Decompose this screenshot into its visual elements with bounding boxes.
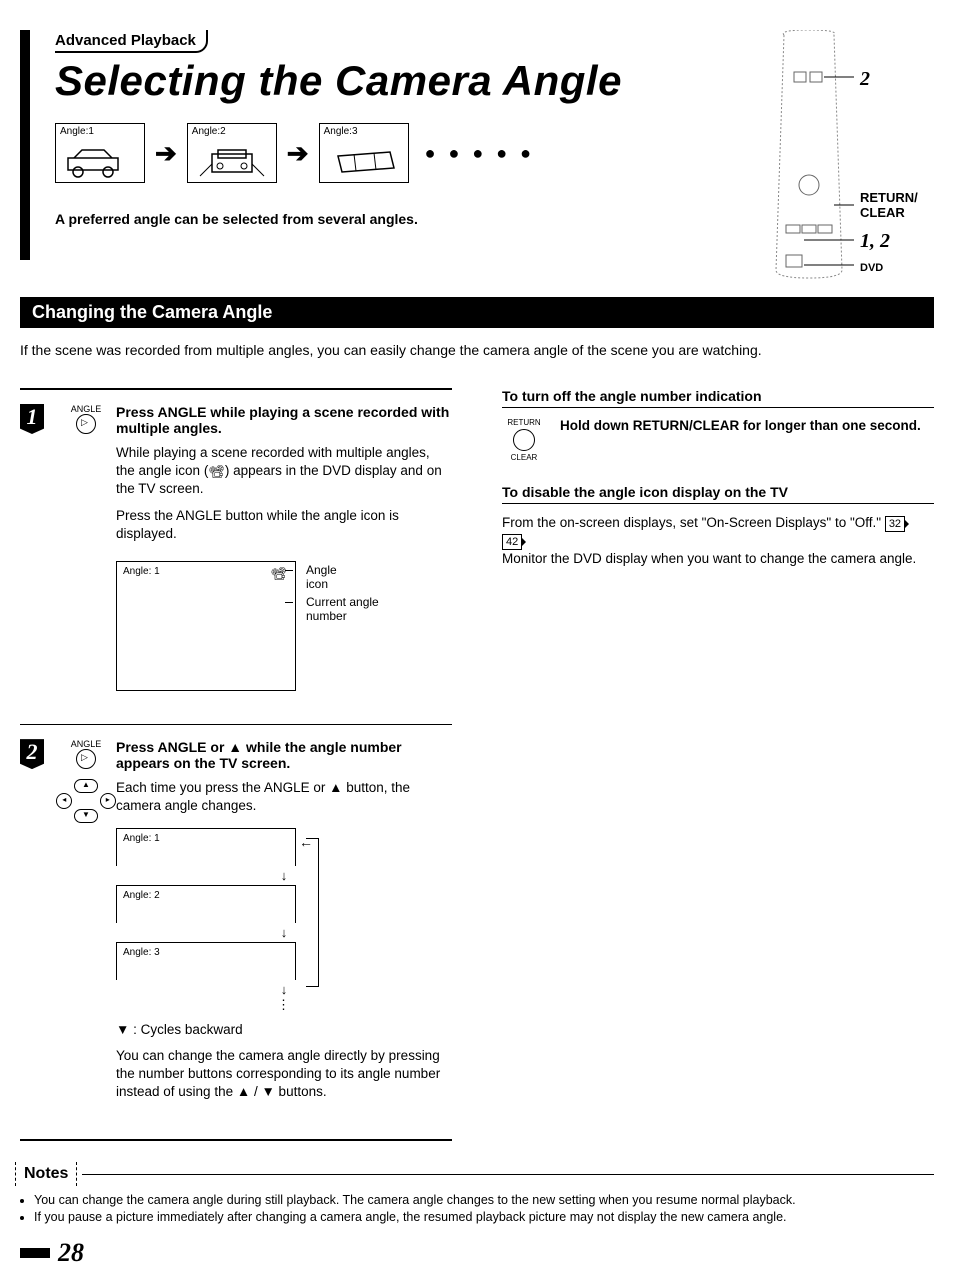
step-2: 2 ANGLE ▲ ◂ ▸ ▼ Press ANGLE or ▲ while t… <box>20 739 452 1109</box>
remote-diagram: 2 RETURN/ CLEAR 1, 2 DVD <box>764 30 934 285</box>
display-box-label: Angle: 1 <box>123 566 160 577</box>
remote-callout-2: 2 <box>860 68 870 91</box>
header-block: Advanced Playback Selecting the Camera A… <box>55 30 764 227</box>
divider <box>20 1139 452 1141</box>
turn-off-row: RETURN CLEAR Hold down RETURN/CLEAR for … <box>502 418 934 462</box>
step-1-display-wrap: Angle: 1 📽 Angle icon Current angle numb… <box>116 551 296 691</box>
clear-label: CLEAR <box>502 453 546 462</box>
subheading-turn-off: To turn off the angle number indication <box>502 388 934 408</box>
intro-text: If the scene was recorded from multiple … <box>20 342 934 358</box>
angle-icon-callout: Angle icon <box>306 563 337 591</box>
column-left: 1 ANGLE Press ANGLE while playing a scen… <box>20 388 452 1141</box>
camera-icon: 📽 <box>270 566 287 582</box>
page-title: Selecting the Camera Angle <box>55 57 764 105</box>
down-arrow-icon: ↓ <box>116 925 452 940</box>
right-button-icon: ▸ <box>100 793 116 809</box>
down-arrow-icon: ↓ <box>116 868 452 883</box>
step-2-p2: You can change the camera angle directly… <box>116 1047 452 1102</box>
camera-icon: 📽 <box>208 463 225 481</box>
step-2-icons: ANGLE ▲ ◂ ▸ ▼ <box>56 739 116 1109</box>
left-button-icon: ◂ <box>56 793 72 809</box>
step-1-body: Press ANGLE while playing a scene record… <box>116 404 452 694</box>
angle-button-icon <box>76 414 96 434</box>
step-1-p1: While playing a scene recorded with mult… <box>116 444 452 499</box>
divider <box>20 724 452 725</box>
step-1-heading: Press ANGLE while playing a scene record… <box>116 404 452 436</box>
step-1-number: 1 <box>20 404 44 434</box>
page-number: 28 <box>58 1238 84 1268</box>
turn-off-text: Hold down RETURN/CLEAR for longer than o… <box>560 418 921 462</box>
down-arrow-icon: ↓⋮ <box>116 982 452 1013</box>
note-item: You can change the camera angle during s… <box>34 1193 934 1207</box>
header-row: Advanced Playback Selecting the Camera A… <box>20 30 934 285</box>
car-side-icon <box>60 144 140 180</box>
down-button-icon: ▼ <box>74 809 98 823</box>
car-front-icon <box>192 144 272 180</box>
step-2-heading: Press ANGLE or ▲ while the angle number … <box>116 739 452 771</box>
angle-list-2: Angle: 2 <box>116 885 296 923</box>
notes-list: You can change the camera angle during s… <box>20 1193 934 1224</box>
angle-box-3: Angle:3 <box>319 123 409 183</box>
preferred-text: A preferred angle can be selected from s… <box>55 211 764 227</box>
left-arrow-icon: ← <box>299 834 313 850</box>
angle-cycle-diagram: Angle: 1 ↓ Angle: 2 ↓ Angle: 3 ↓⋮ ← <box>116 828 452 1013</box>
angle-box-1: Angle:1 <box>55 123 145 183</box>
circle-button-icon <box>513 429 535 451</box>
angle-button-label: ANGLE <box>56 739 116 749</box>
angle-list-3: Angle: 3 <box>116 942 296 980</box>
cycle-bracket <box>306 838 319 987</box>
remote-icon <box>764 30 854 280</box>
angle-box-1-label: Angle:1 <box>60 126 94 137</box>
page-ref-42: 42 <box>502 534 522 550</box>
two-column-area: 1 ANGLE Press ANGLE while playing a scen… <box>20 388 934 1141</box>
note-item: If you pause a picture immediately after… <box>34 1210 934 1224</box>
section-tag: Advanced Playback <box>55 30 208 53</box>
section-heading-bar: Changing the Camera Angle <box>20 297 934 328</box>
ellipsis-dots: ● ● ● ● ● <box>425 143 535 164</box>
notes-line <box>82 1174 934 1175</box>
divider <box>20 388 452 390</box>
return-label: RETURN <box>502 418 546 427</box>
side-accent-bar <box>20 30 30 260</box>
angle-box-2: Angle:2 <box>187 123 277 183</box>
current-angle-callout: Current angle number <box>306 595 396 623</box>
step-2-number: 2 <box>20 739 44 769</box>
step-1-display-box: Angle: 1 📽 <box>116 561 296 691</box>
car-top-icon <box>324 144 404 180</box>
step-2-p1: Each time you press the ANGLE or ▲ butto… <box>116 779 452 815</box>
remote-callout-rc: RETURN/ CLEAR <box>860 190 934 220</box>
page-ref-32: 32 <box>885 516 905 532</box>
angle-box-3-label: Angle:3 <box>324 126 358 137</box>
up-button-icon: ▲ <box>74 779 98 793</box>
angle-example-strip: Angle:1 ➔ Angle:2 <box>55 123 764 183</box>
angle-box-2-label: Angle:2 <box>192 126 226 137</box>
step-1-p2: Press the ANGLE button while the angle i… <box>116 507 452 543</box>
page-number-row: 28 <box>20 1238 934 1268</box>
arrow-icon: ➔ <box>287 138 309 169</box>
notes-header-row: Notes <box>20 1165 934 1183</box>
dpad-icons: ▲ ◂ ▸ ▼ <box>56 779 116 823</box>
cycles-backward-text: ▼ : Cycles backward <box>116 1021 452 1039</box>
arrow-icon: ➔ <box>155 138 177 169</box>
subheading-disable: To disable the angle icon display on the… <box>502 484 934 504</box>
step-1-icons: ANGLE <box>56 404 116 694</box>
step-2-body: Press ANGLE or ▲ while the angle number … <box>116 739 452 1109</box>
remote-callout-12: 1, 2 <box>860 230 890 253</box>
angle-button-icon <box>76 749 96 769</box>
step-1: 1 ANGLE Press ANGLE while playing a scen… <box>20 404 452 694</box>
angle-button-label: ANGLE <box>56 404 116 414</box>
notes-label: Notes <box>20 1165 72 1183</box>
angle-list-1: Angle: 1 <box>116 828 296 866</box>
column-right: To turn off the angle number indication … <box>502 388 934 1141</box>
page-number-bar <box>20 1248 50 1258</box>
disable-paragraph: From the on-screen displays, set "On-Scr… <box>502 514 934 569</box>
return-clear-icon: RETURN CLEAR <box>502 418 546 462</box>
remote-callout-dvd: DVD <box>860 262 883 274</box>
